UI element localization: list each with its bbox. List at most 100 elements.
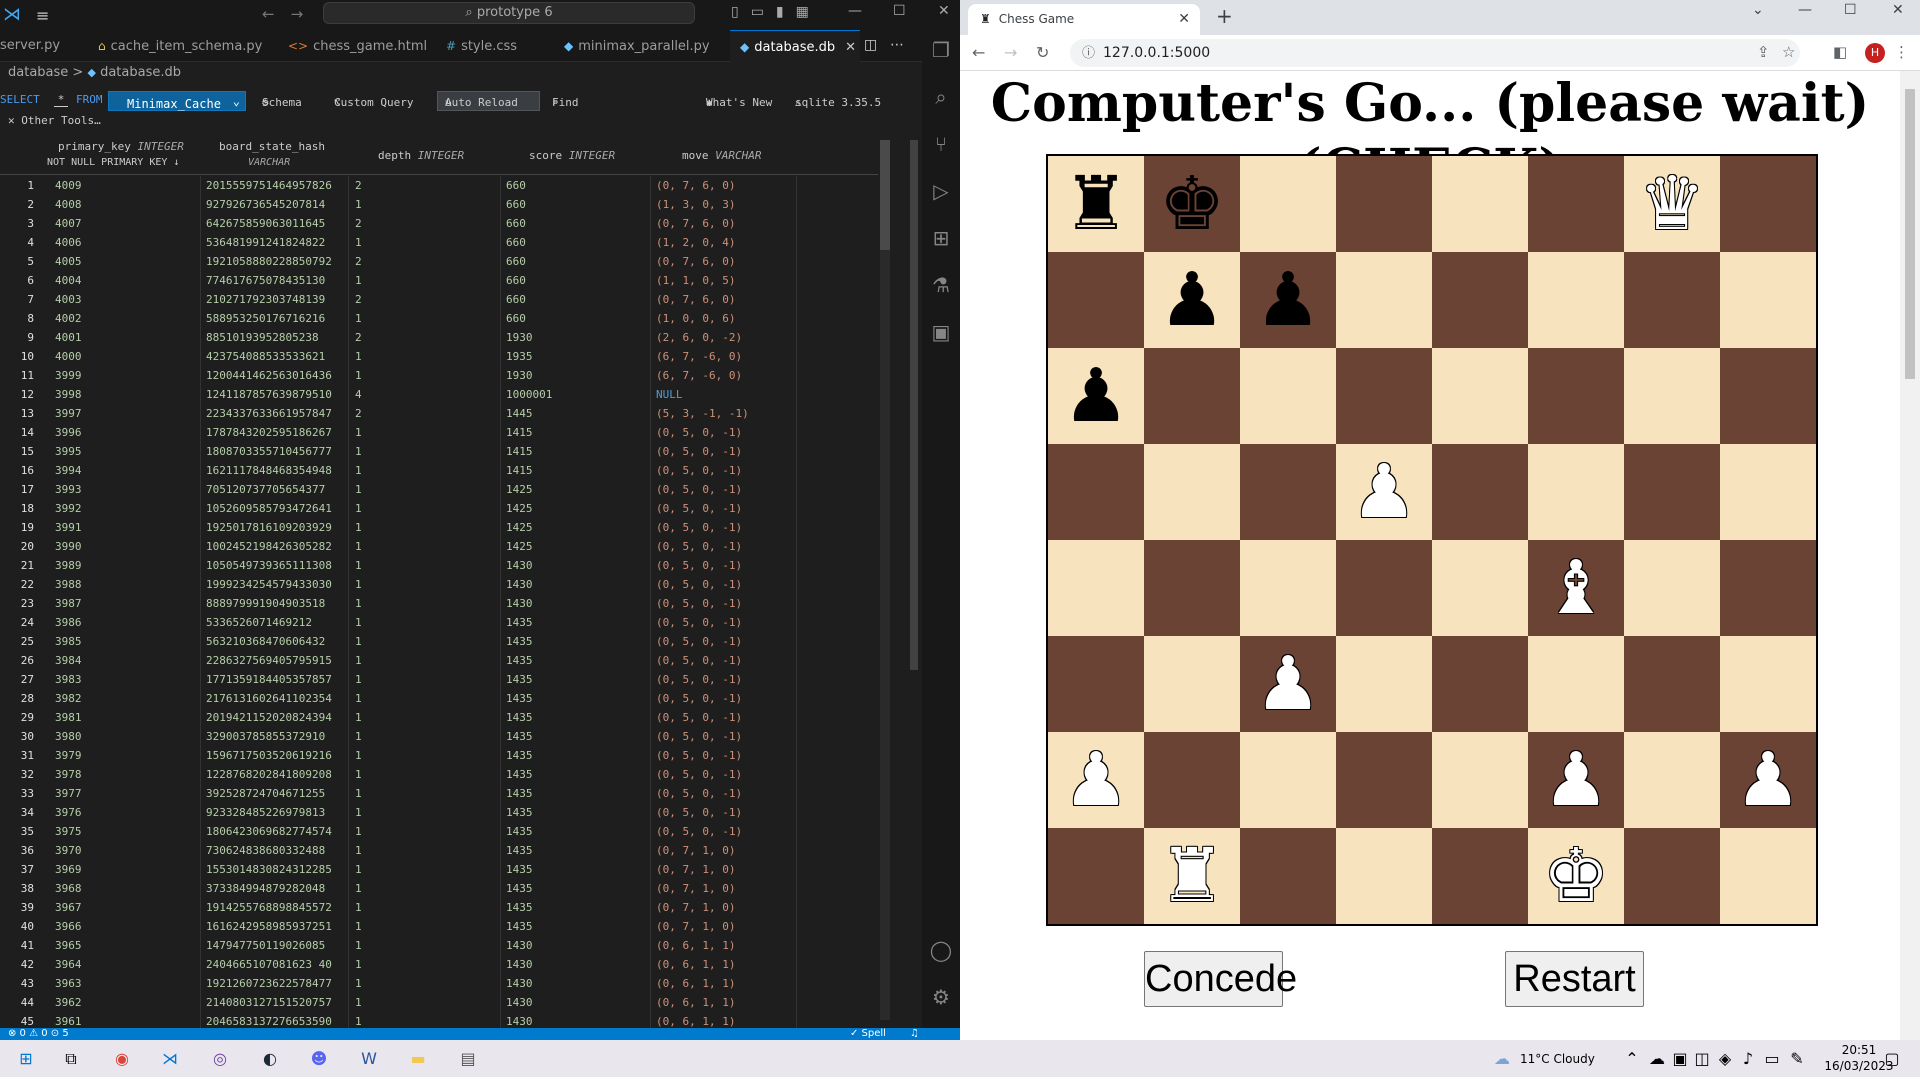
table-row[interactable]: 34 3976 923328485226979813 1 1435 (0, 5, 0, -… [0,803,878,822]
start-icon[interactable]: ⊞ [14,1048,38,1070]
cell-primary-key[interactable]: 3993 [55,480,82,499]
black-pawn-piece[interactable]: ♟ [1144,252,1240,348]
black-king-piece[interactable]: ♚ [1144,156,1240,252]
cell-depth[interactable]: 1 [355,993,362,1012]
table-row[interactable]: 43 3963 1921260723622578477 1 1430 (0, 6, 1, … [0,974,878,993]
cell-primary-key[interactable]: 3982 [55,689,82,708]
table-row[interactable]: 7 4003 210271792303748139 2 660 (0, 7, 6, 0) [0,290,878,309]
cell-score[interactable]: 660 [506,176,526,195]
cell-board-state-hash[interactable]: 536481991241824822 [206,233,325,252]
cell-primary-key[interactable]: 4001 [55,328,82,347]
board-square[interactable] [1528,636,1624,732]
cell-move[interactable]: (0, 7, 1, 0) [656,879,735,898]
board-square[interactable] [1144,540,1240,636]
cell-depth[interactable]: 1 [355,879,362,898]
cell-move[interactable]: (6, 7, -6, 0) [656,347,742,366]
cell-move[interactable]: (6, 7, -6, 0) [656,366,742,385]
cell-depth[interactable]: 2 [355,290,362,309]
cell-depth[interactable]: 4 [355,385,362,404]
cell-move[interactable]: (0, 5, 0, -1) [656,670,742,689]
cell-primary-key[interactable]: 3987 [55,594,82,613]
board-square[interactable] [1048,636,1144,732]
table-row[interactable]: 4 4006 536481991241824822 1 660 (1, 2, 0, 4) [0,233,878,252]
command-center[interactable]: ⌕ prototype 6 [323,2,695,24]
table-row[interactable]: 26 3984 2286327569405795915 1 1435 (0, 5, 0, … [0,651,878,670]
column-header-move[interactable]: move VARCHAR [682,149,761,162]
tab-style-css[interactable]: # style.css [442,30,542,62]
notifications-icon[interactable]: ♫ [910,1028,919,1040]
board-square[interactable] [1048,540,1144,636]
white-king-piece[interactable]: ♚ [1528,828,1624,924]
board-square[interactable] [1336,348,1432,444]
cell-primary-key[interactable]: 3999 [55,366,82,385]
cell-depth[interactable]: 1 [355,784,362,803]
cell-primary-key[interactable]: 3988 [55,575,82,594]
white-pawn-piece[interactable]: ♟ [1240,636,1336,732]
table-row[interactable]: 44 3962 2140803127151520757 1 1430 (0, 6, 1, … [0,993,878,1012]
cell-primary-key[interactable]: 3984 [55,651,82,670]
table-row[interactable]: 13 3997 2234337633661957847 2 1445 (5, 3, -1,… [0,404,878,423]
cell-score[interactable]: 1445 [506,404,533,423]
table-row[interactable]: 39 3967 1914255768898845572 1 1435 (0, 7, 1, … [0,898,878,917]
chrome-menu-icon[interactable]: ⋮ [1894,43,1909,61]
cell-depth[interactable]: 1 [355,271,362,290]
cell-board-state-hash[interactable]: 210271792303748139 [206,290,325,309]
board-square[interactable] [1528,444,1624,540]
table-row[interactable]: 24 3986 5336526071469212 1 1435 (0, 5, 0, -1) [0,613,878,632]
board-square[interactable] [1432,540,1528,636]
cell-primary-key[interactable]: 3967 [55,898,82,917]
notification-icon[interactable]: ▢ [1880,1048,1904,1070]
cell-depth[interactable]: 1 [355,461,362,480]
table-row[interactable]: 16 3994 1621117848468354948 1 1415 (0, 5, 0, … [0,461,878,480]
board-square[interactable] [1624,252,1720,348]
cell-score[interactable]: 1435 [506,727,533,746]
cell-move[interactable]: (0, 7, 1, 0) [656,860,735,879]
task-view-icon[interactable]: ⧉ [59,1048,83,1070]
cell-board-state-hash[interactable]: 2404665107081623 40 [206,955,332,974]
cell-board-state-hash[interactable]: 373384994879282048 [206,879,325,898]
board-square[interactable] [1720,252,1816,348]
tab-database-db[interactable]: ◆ database.db ✕ [730,30,860,62]
table-row[interactable]: 33 3977 392528724704671255 1 1435 (0, 5, 0, -… [0,784,878,803]
nav-arrows[interactable]: ←→ [262,5,319,23]
board-square[interactable] [1048,252,1144,348]
cell-score[interactable]: 1430 [506,955,533,974]
app-taskbar-icon[interactable]: ◎ [208,1048,232,1070]
cell-primary-key[interactable]: 3991 [55,518,82,537]
cell-board-state-hash[interactable]: 88510193952805238 [206,328,319,347]
white-bishop-piece[interactable]: ♝ [1528,540,1624,636]
new-tab-icon[interactable]: + [1216,4,1233,28]
cell-score[interactable]: 1430 [506,575,533,594]
cell-depth[interactable]: 1 [355,651,362,670]
page-scroll-thumb[interactable] [1905,89,1915,379]
board-square[interactable] [1432,828,1528,924]
cell-score[interactable]: 1435 [506,708,533,727]
cell-board-state-hash[interactable]: 147947750119026085 [206,936,325,955]
white-pawn-piece[interactable]: ♟ [1528,732,1624,828]
cell-score[interactable]: 1930 [506,366,533,385]
cell-score[interactable]: 1435 [506,613,533,632]
cell-depth[interactable]: 1 [355,860,362,879]
cell-score[interactable]: 1430 [506,936,533,955]
table-row[interactable]: 18 3992 1052609585793472641 1 1425 (0, 5, 0, … [0,499,878,518]
cell-primary-key[interactable]: 3981 [55,708,82,727]
column-header-primary-key[interactable]: primary_key INTEGER [58,140,184,153]
cell-primary-key[interactable]: 4008 [55,195,82,214]
cell-primary-key[interactable]: 3980 [55,727,82,746]
table-row[interactable]: 31 3979 1596717503520619216 1 1435 (0, 5, 0, … [0,746,878,765]
board-square[interactable]: ♛ [1624,156,1720,252]
cell-depth[interactable]: 1 [355,537,362,556]
board-square[interactable]: ♟ [1528,732,1624,828]
board-square[interactable] [1144,444,1240,540]
cell-move[interactable]: (0, 5, 0, -1) [656,461,742,480]
battery-icon[interactable]: ▭ [1760,1048,1784,1070]
board-square[interactable] [1528,252,1624,348]
cell-board-state-hash[interactable]: 1808703355710456777 [206,442,332,461]
cell-score[interactable]: 1435 [506,898,533,917]
cell-score[interactable]: 1425 [506,480,533,499]
close-icon[interactable]: ✕ [938,3,950,19]
board-square[interactable]: ♟ [1336,444,1432,540]
breadcrumb-file[interactable]: database.db [100,65,181,80]
cell-board-state-hash[interactable]: 1241187857639879510 [206,385,332,404]
cell-score[interactable]: 1435 [506,689,533,708]
